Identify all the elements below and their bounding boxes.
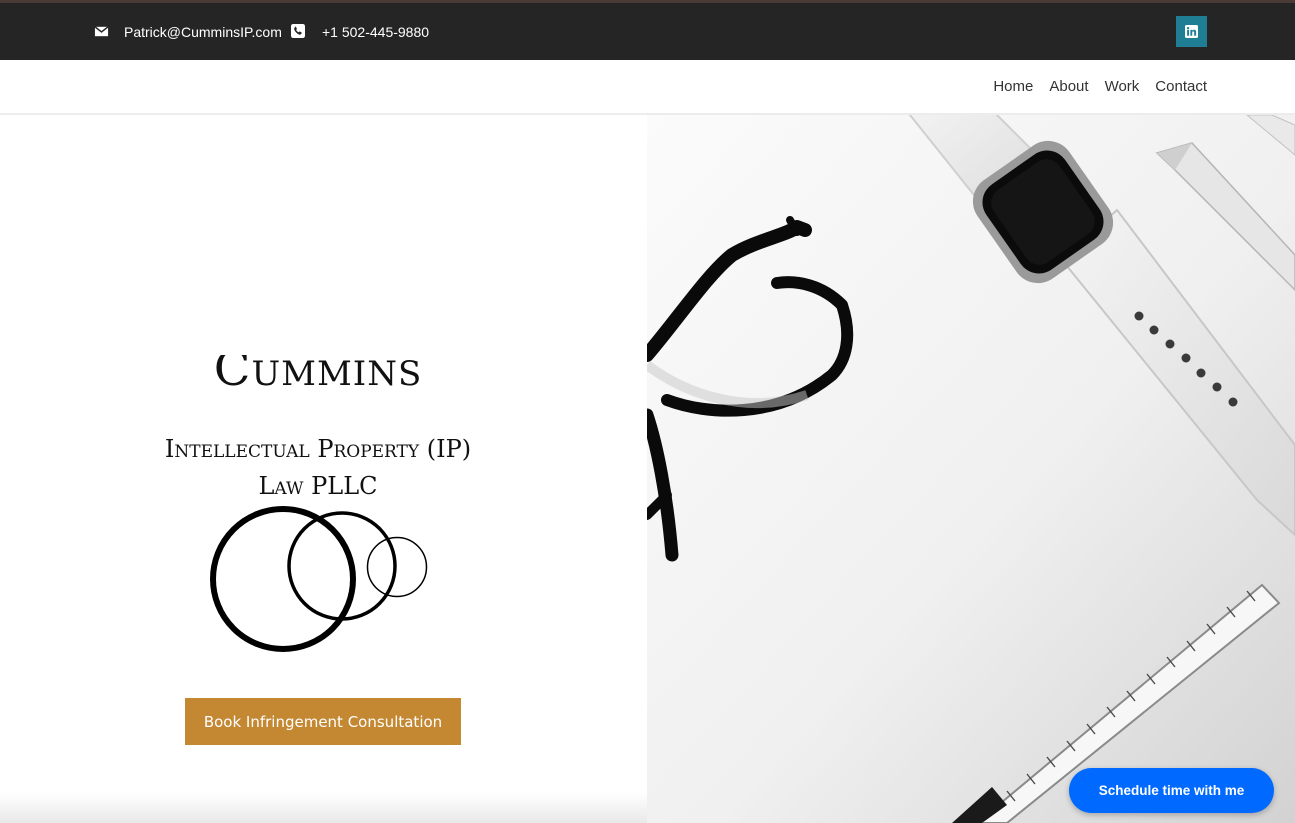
book-consultation-button[interactable]: Book Infringement Consultation — [185, 698, 461, 745]
phone-text: +1 502-445-9880 — [322, 23, 430, 40]
nav-contact[interactable]: Contact — [1155, 78, 1207, 95]
nav-about[interactable]: About — [1049, 78, 1088, 95]
firm-logo: Cummins Intellectual Property (IP) Law P… — [165, 355, 471, 652]
primary-nav: Home About Work Contact — [993, 60, 1207, 113]
hero-left-panel: Cummins Intellectual Property (IP) Law P… — [0, 115, 647, 823]
desk-photo-illustration — [647, 115, 1295, 823]
logo-title: Cummins — [214, 355, 422, 397]
email-link[interactable]: Patrick@CumminsIP.com — [94, 3, 282, 60]
linkedin-icon — [1185, 25, 1198, 38]
logo-subtitle-line1: Intellectual Property (IP) — [165, 435, 471, 463]
logo-circle-small — [366, 536, 428, 598]
nav-work[interactable]: Work — [1105, 78, 1140, 95]
logo-circle-large — [210, 506, 356, 652]
main-navbar: Home About Work Contact — [0, 60, 1295, 115]
phone-icon — [291, 24, 306, 39]
nav-home[interactable]: Home — [993, 78, 1033, 95]
schedule-time-button[interactable]: Schedule time with me — [1069, 768, 1274, 813]
hero-bottom-fade — [0, 793, 647, 823]
logo-circle-medium — [287, 511, 397, 621]
linkedin-button[interactable] — [1176, 16, 1207, 47]
top-contact-bar: Patrick@CumminsIP.com +1 502-445-9880 — [0, 0, 1295, 60]
envelope-icon — [94, 24, 109, 39]
phone-link[interactable]: +1 502-445-9880 — [291, 3, 429, 60]
logo-circles-mark — [210, 506, 428, 652]
hero-photo — [647, 115, 1295, 823]
logo-subtitle-line2: Law PLLC — [258, 472, 377, 500]
email-text: Patrick@CumminsIP.com — [124, 23, 282, 40]
